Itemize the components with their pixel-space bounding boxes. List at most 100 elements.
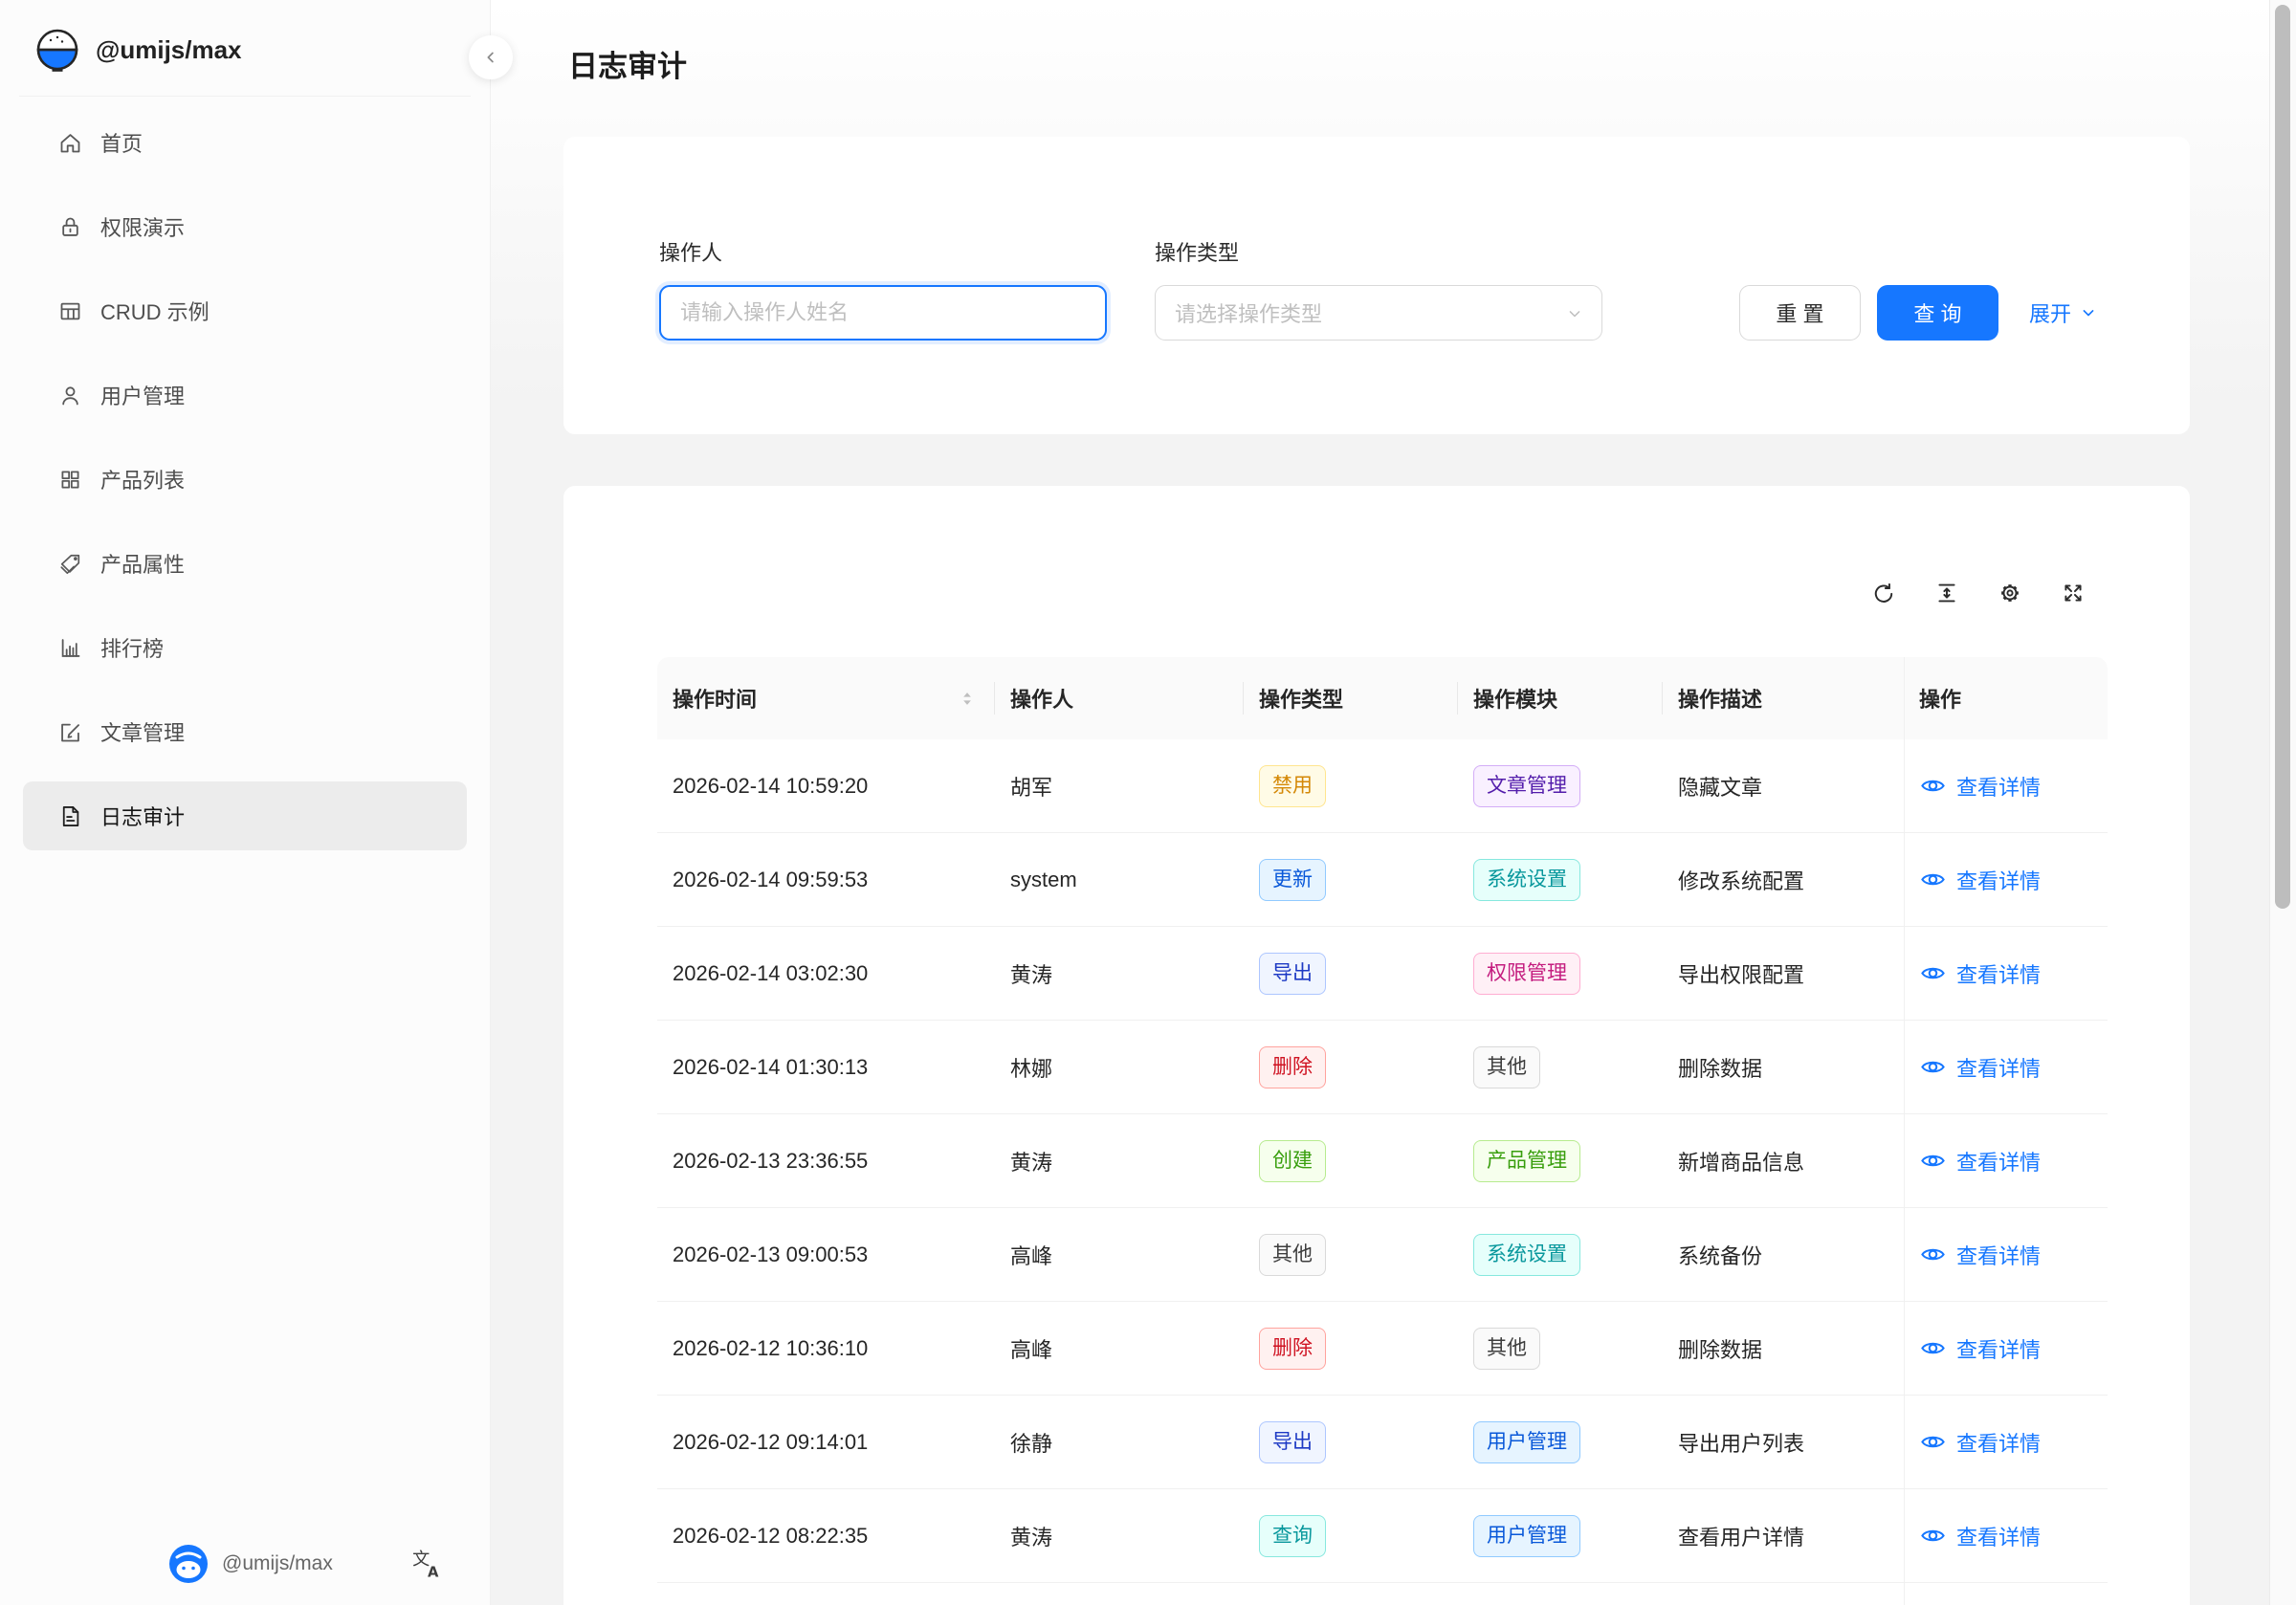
reset-button[interactable]: 重 置	[1739, 285, 1861, 341]
reload-icon[interactable]	[1871, 581, 1896, 605]
type-tag: 删除	[1259, 1046, 1326, 1088]
cell-time: 2026-02-12 08:22:35	[657, 1489, 995, 1582]
sorter-icon[interactable]	[960, 688, 974, 710]
cell-action: 查看详情	[1904, 927, 2108, 1020]
cell-operator: 徐静	[995, 1396, 1244, 1488]
module-tag: 其他	[1473, 1046, 1540, 1088]
edit-icon	[57, 719, 83, 745]
sidebar-item-label: 日志审计	[100, 801, 185, 831]
table-row: 2026-02-14 03:02:30 黄涛 导出 权限管理 导出权限配置 查看…	[657, 927, 2108, 1021]
cell-type: 创建	[1244, 1114, 1458, 1207]
expand-toggle[interactable]: 展开	[2029, 285, 2098, 341]
view-detail-link[interactable]: 查看详情	[1919, 1521, 2041, 1551]
sidebar-item-lock[interactable]: 权限演示	[23, 192, 467, 261]
table-row: 2026-02-14 09:59:53 system 更新 系统设置 修改系统配…	[657, 833, 2108, 927]
cell-type: 导出	[1244, 1396, 1458, 1488]
view-detail-link[interactable]: 查看详情	[1919, 771, 2041, 802]
view-detail-link[interactable]: 查看详情	[1919, 1240, 2041, 1270]
user-icon	[57, 383, 83, 408]
cell-time: 2026-02-13 09:00:53	[657, 1208, 995, 1301]
sidebar-item-user[interactable]: 用户管理	[23, 361, 467, 429]
cell-module: 权限管理	[1458, 927, 1663, 1020]
select-arrow-icon	[1565, 304, 1584, 323]
sidebar-item-tags[interactable]: 产品属性	[23, 529, 467, 598]
cell-time: 2026-02-14 03:02:30	[657, 927, 995, 1020]
cell-desc: 系统备份	[1663, 1208, 1904, 1301]
app-layout: @umijs/max 首页 权限演示 CRUD 示例 用户管理 产品列表 产品属…	[0, 0, 2296, 1605]
column-header-time[interactable]: 操作时间	[657, 657, 995, 739]
table-row: 2026-02-12 10:36:10 高峰 删除 其他 删除数据 查看详情	[657, 1302, 2108, 1396]
table-row: 2026-02-12 09:14:01 徐静 导出 用户管理 导出用户列表 查看…	[657, 1396, 2108, 1489]
type-tag: 更新	[1259, 859, 1326, 901]
caret-up-icon	[960, 688, 974, 698]
cell-operator: 黄涛	[995, 1114, 1244, 1207]
table-row: 2026-02-13 23:36:55 黄涛 创建 产品管理 新增商品信息 查看…	[657, 1114, 2108, 1208]
table-row: 2026-02-13 09:00:53 高峰 其他 系统设置 系统备份 查看详情	[657, 1208, 2108, 1302]
setting-icon[interactable]	[1998, 581, 2022, 605]
cell-type: 删除	[1244, 1302, 1458, 1395]
translate-icon[interactable]: 文A	[411, 1548, 444, 1580]
eye-icon	[1919, 866, 1947, 893]
home-icon	[57, 130, 83, 156]
cell-type: 导出	[1244, 927, 1458, 1020]
cell-operator: 高峰	[995, 1208, 1244, 1301]
cell-desc: 删除数据	[1663, 1302, 1904, 1395]
cell-operator: 高峰	[995, 1302, 1244, 1395]
cell-operator: 黄涛	[995, 1489, 1244, 1582]
sidebar-item-appstore[interactable]: 产品列表	[23, 445, 467, 514]
sidebar-item-table[interactable]: CRUD 示例	[23, 276, 467, 345]
column-header-desc: 操作描述	[1663, 657, 1904, 739]
sidebar: @umijs/max 首页 权限演示 CRUD 示例 用户管理 产品列表 产品属…	[0, 0, 491, 1605]
eye-icon	[1919, 959, 1947, 987]
column-height-icon[interactable]	[1934, 581, 1959, 605]
view-detail-link[interactable]: 查看详情	[1919, 1052, 2041, 1083]
view-detail-link[interactable]: 查看详情	[1919, 865, 2041, 895]
cell-module: 产品管理	[1458, 1114, 1663, 1207]
query-button[interactable]: 查 询	[1877, 285, 1998, 341]
view-detail-link[interactable]: 查看详情	[1919, 1333, 2041, 1364]
cell-action: 查看详情	[1904, 1114, 2108, 1207]
cell-operator: 林娜	[995, 1021, 1244, 1113]
view-detail-link[interactable]: 查看详情	[1919, 958, 2041, 989]
operator-field-group: 操作人	[659, 236, 1107, 341]
module-tag: 系统设置	[1473, 1234, 1580, 1276]
eye-icon	[1919, 1241, 1947, 1268]
expand-label: 展开	[2029, 297, 2071, 328]
cell-operator: 胡军	[995, 739, 1244, 832]
audit-table: 操作时间 操作人 操作类型 操作模块 操作描述 操作 2026-02-14 10…	[657, 657, 2108, 1605]
sidebar-item-edit[interactable]: 文章管理	[23, 697, 467, 766]
sidebar-collapse-button[interactable]	[469, 35, 513, 79]
svg-text:A: A	[428, 1565, 439, 1580]
cell-action: 查看详情	[1904, 833, 2108, 926]
cell-module: 其他	[1458, 1021, 1663, 1113]
type-tag: 创建	[1259, 1140, 1326, 1182]
sidebar-item-home[interactable]: 首页	[23, 108, 467, 177]
module-tag: 产品管理	[1473, 1140, 1580, 1182]
type-select[interactable]: 请选择操作类型	[1155, 285, 1602, 341]
module-tag: 系统设置	[1473, 859, 1580, 901]
sidebar-item-label: 产品列表	[100, 464, 185, 495]
view-detail-link[interactable]: 查看详情	[1919, 1146, 2041, 1176]
table-row: 2026-02-14 01:30:13 林娜 删除 其他 删除数据 查看详情	[657, 1021, 2108, 1114]
eye-icon	[1919, 772, 1947, 800]
operator-input[interactable]	[659, 285, 1107, 341]
cell-module: 系统设置	[1458, 1208, 1663, 1301]
column-header-module: 操作模块	[1458, 657, 1663, 739]
umi-avatar[interactable]	[168, 1544, 209, 1584]
sidebar-item-label: 权限演示	[100, 211, 185, 242]
scrollbar-thumb[interactable]	[2275, 5, 2290, 909]
sidebar-item-label: 文章管理	[100, 716, 185, 747]
type-tag: 删除	[1259, 1328, 1326, 1370]
eye-icon	[1919, 1428, 1947, 1456]
sidebar-menu: 首页 权限演示 CRUD 示例 用户管理 产品列表 产品属性 排行榜 文章管理 …	[0, 97, 490, 850]
cell-action: 查看详情	[1904, 1021, 2108, 1113]
cell-desc: 新增商品信息	[1663, 1114, 1904, 1207]
view-detail-link[interactable]: 查看详情	[1919, 1427, 2041, 1458]
search-form-card: 操作人 操作类型 请选择操作类型 重 置 查 询	[563, 137, 2190, 434]
sidebar-item-file-text[interactable]: 日志审计	[23, 781, 467, 850]
cell-type: 查询	[1244, 1489, 1458, 1582]
sidebar-item-bar-chart[interactable]: 排行榜	[23, 613, 467, 682]
type-tag: 查询	[1259, 1515, 1326, 1557]
fullscreen-icon[interactable]	[2061, 581, 2086, 605]
type-tag: 禁用	[1259, 765, 1326, 807]
